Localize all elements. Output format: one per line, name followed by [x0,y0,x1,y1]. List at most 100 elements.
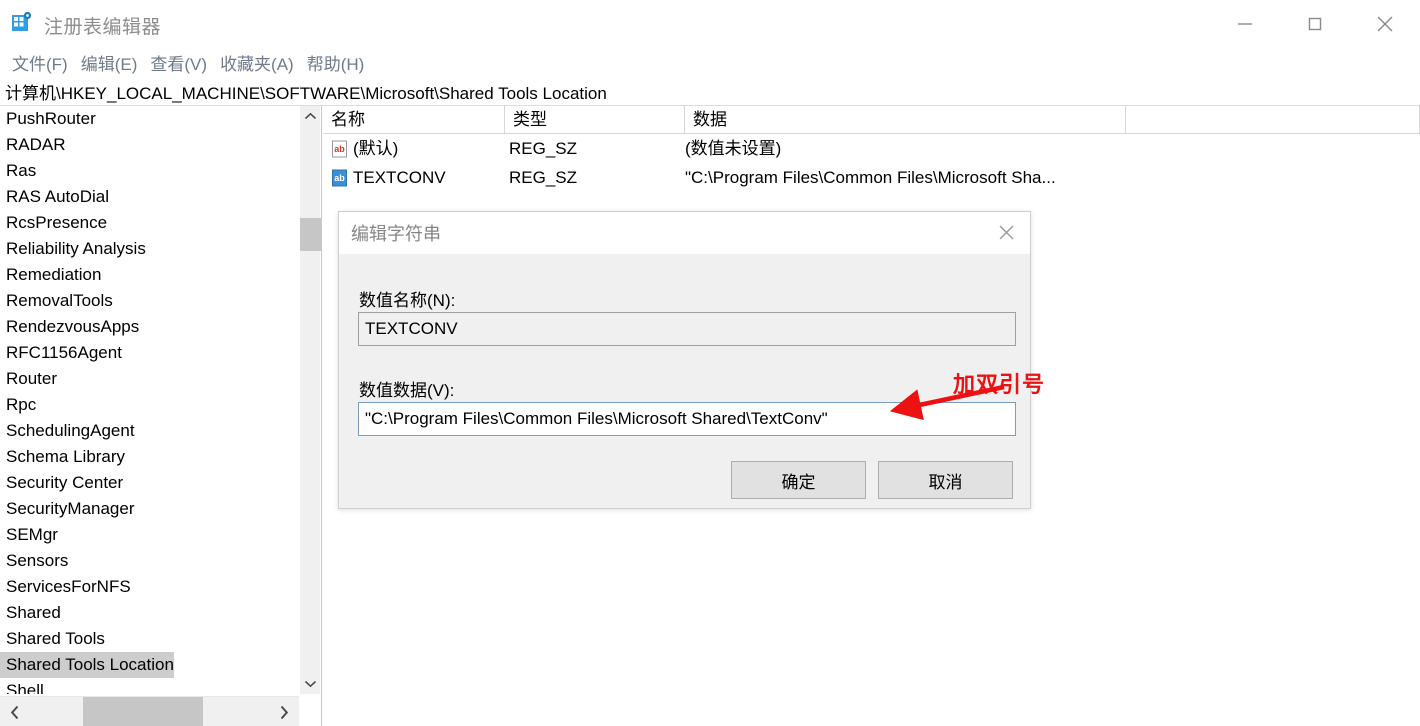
tree-row: Shared [0,600,299,626]
tree-row: SecurityManager [0,496,299,522]
value-data-cell: (数值未设置) [685,139,782,158]
menu-bar: 文件(F) 编辑(E) 查看(V) 收藏夹(A) 帮助(H) [0,47,1420,78]
tree-item-shared-tools[interactable]: Shared Tools [0,626,105,652]
values-list-header: 名称 类型 数据 [323,106,1420,134]
tree-item-security-center[interactable]: Security Center [0,470,123,496]
tree-item-semgr[interactable]: SEMgr [0,522,58,548]
scroll-left-icon[interactable] [0,697,30,726]
value-name-label: 数值名称(N): [359,291,456,310]
tree-item-shared-tools-location[interactable]: Shared Tools Location [0,652,174,678]
menu-edit[interactable]: 编辑(E) [77,48,147,77]
registry-tree-pane: PushRouter RADAR Ras RAS AutoDial RcsPresenc… [0,106,322,726]
tree-item-ras-autodial[interactable]: RAS AutoDial [0,184,109,210]
window-title: 注册表编辑器 [44,17,162,38]
value-name-cell: ab (默认) [331,134,511,163]
registry-editor-window: 注册表编辑器 文件(F) 编辑(E) 查看(V) 收藏夹(A) 帮助(H) 计算… [0,0,1420,726]
tree-item-servicesfornfs[interactable]: ServicesForNFS [0,574,131,600]
svg-text:ab: ab [334,144,345,154]
tree-item-schedulingagent[interactable]: SchedulingAgent [0,418,135,444]
tree-row: RendezvousApps [0,314,299,340]
tree-item-sensors[interactable]: Sensors [0,548,68,574]
table-row[interactable]: ab (默认) REG_SZ (数值未设置) [323,134,1420,163]
tree-item-remediation[interactable]: Remediation [0,262,101,288]
close-button[interactable] [1350,0,1420,47]
tree-row: RemovalTools [0,288,299,314]
tree-item-shared[interactable]: Shared [0,600,61,626]
tree-item-schema-library[interactable]: Schema Library [0,444,125,470]
table-row[interactable]: ab TEXTCONV REG_SZ "C:\Program Files\Common… [323,163,1420,192]
column-header-name[interactable]: 名称 [323,106,505,134]
tree-row: Shared Tools [0,626,299,652]
value-name-text: (默认) [353,139,399,158]
dialog-title: 编辑字符串 [351,224,441,244]
registry-editor-icon [8,9,36,37]
tree-row: Shared Tools Location [0,652,299,678]
tree-item-securitymanager[interactable]: SecurityManager [0,496,135,522]
tree-row: Ras [0,158,299,184]
tree-item-rpc[interactable]: Rpc [0,392,36,418]
column-header-type[interactable]: 类型 [505,106,685,134]
tree-row: Schema Library [0,444,299,470]
tree-row: ServicesForNFS [0,574,299,600]
tree-row: PushRouter [0,106,299,132]
menu-favorites[interactable]: 收藏夹(A) [216,48,303,77]
registry-path: 计算机\HKEY_LOCAL_MACHINE\SOFTWARE\Microsof… [5,84,607,103]
address-bar[interactable]: 计算机\HKEY_LOCAL_MACHINE\SOFTWARE\Microsof… [0,78,1420,106]
column-header-filler [1125,106,1420,134]
tree-horizontal-scrollbar-thumb[interactable] [83,697,203,726]
title-bar: 注册表编辑器 [0,0,1420,47]
menu-view[interactable]: 查看(V) [146,48,216,77]
edit-string-dialog: 编辑字符串 数值名称(N): 数值数据(V): 确定 取消 [338,211,1031,509]
tree-item-rfc1156agent[interactable]: RFC1156Agent [0,340,122,366]
tree-row: Rpc [0,392,299,418]
values-list-body: ab (默认) REG_SZ (数值未设置) ab TEXTCONV REG_SZ "C:\P… [323,134,1420,192]
window-controls [1210,0,1420,47]
registry-tree[interactable]: PushRouter RADAR Ras RAS AutoDial RcsPresenc… [0,106,299,694]
tree-item-rendezvousapps[interactable]: RendezvousApps [0,314,139,340]
tree-vertical-scrollbar-thumb[interactable] [300,218,321,251]
maximize-button[interactable] [1280,0,1350,47]
tree-item-shell[interactable]: Shell [0,678,44,694]
value-data-label: 数值数据(V): [359,381,455,400]
tree-item-router[interactable]: Router [0,366,57,392]
tree-row: Reliability Analysis [0,236,299,262]
tree-row: RAS AutoDial [0,184,299,210]
ok-button[interactable]: 确定 [731,461,866,499]
tree-row: RcsPresence [0,210,299,236]
tree-row: Shell [0,678,299,694]
scroll-right-icon[interactable] [269,697,299,726]
tree-item-removaltools[interactable]: RemovalTools [0,288,113,314]
tree-row: Security Center [0,470,299,496]
tree-item-ras[interactable]: Ras [0,158,36,184]
cancel-button[interactable]: 取消 [878,461,1013,499]
value-type-cell: REG_SZ [509,139,578,158]
tree-row: Remediation [0,262,299,288]
menu-file[interactable]: 文件(F) [8,48,77,77]
value-name-text: TEXTCONV [353,168,446,187]
value-data-cell: "C:\Program Files\Common Files\Microsoft… [685,168,1056,187]
tree-row: RFC1156Agent [0,340,299,366]
annotation-text: 加双引号 [953,372,1046,397]
menu-help[interactable]: 帮助(H) [303,48,374,77]
value-type-cell: REG_SZ [509,168,578,187]
tree-row: SEMgr [0,522,299,548]
tree-item-radar[interactable]: RADAR [0,132,66,158]
scroll-up-icon[interactable] [300,106,321,127]
tree-item-reliability-analysis[interactable]: Reliability Analysis [0,236,146,262]
tree-item-pushrouter[interactable]: PushRouter [0,106,96,132]
value-name-cell: ab TEXTCONV [331,163,511,192]
tree-row: Router [0,366,299,392]
dialog-close-button[interactable] [984,212,1030,254]
tree-vertical-scrollbar[interactable] [299,106,321,694]
tree-row: RADAR [0,132,299,158]
close-icon [999,225,1014,240]
string-value-default-icon: ab [332,140,347,157]
tree-row: SchedulingAgent [0,418,299,444]
minimize-button[interactable] [1210,0,1280,47]
tree-horizontal-scrollbar[interactable] [0,696,299,726]
tree-item-rcspresence[interactable]: RcsPresence [0,210,107,236]
column-header-data[interactable]: 数据 [685,106,1125,134]
value-name-input[interactable] [358,312,1016,346]
dialog-body: 数值名称(N): 数值数据(V): 确定 取消 [339,254,1030,508]
scroll-down-icon[interactable] [300,673,321,694]
